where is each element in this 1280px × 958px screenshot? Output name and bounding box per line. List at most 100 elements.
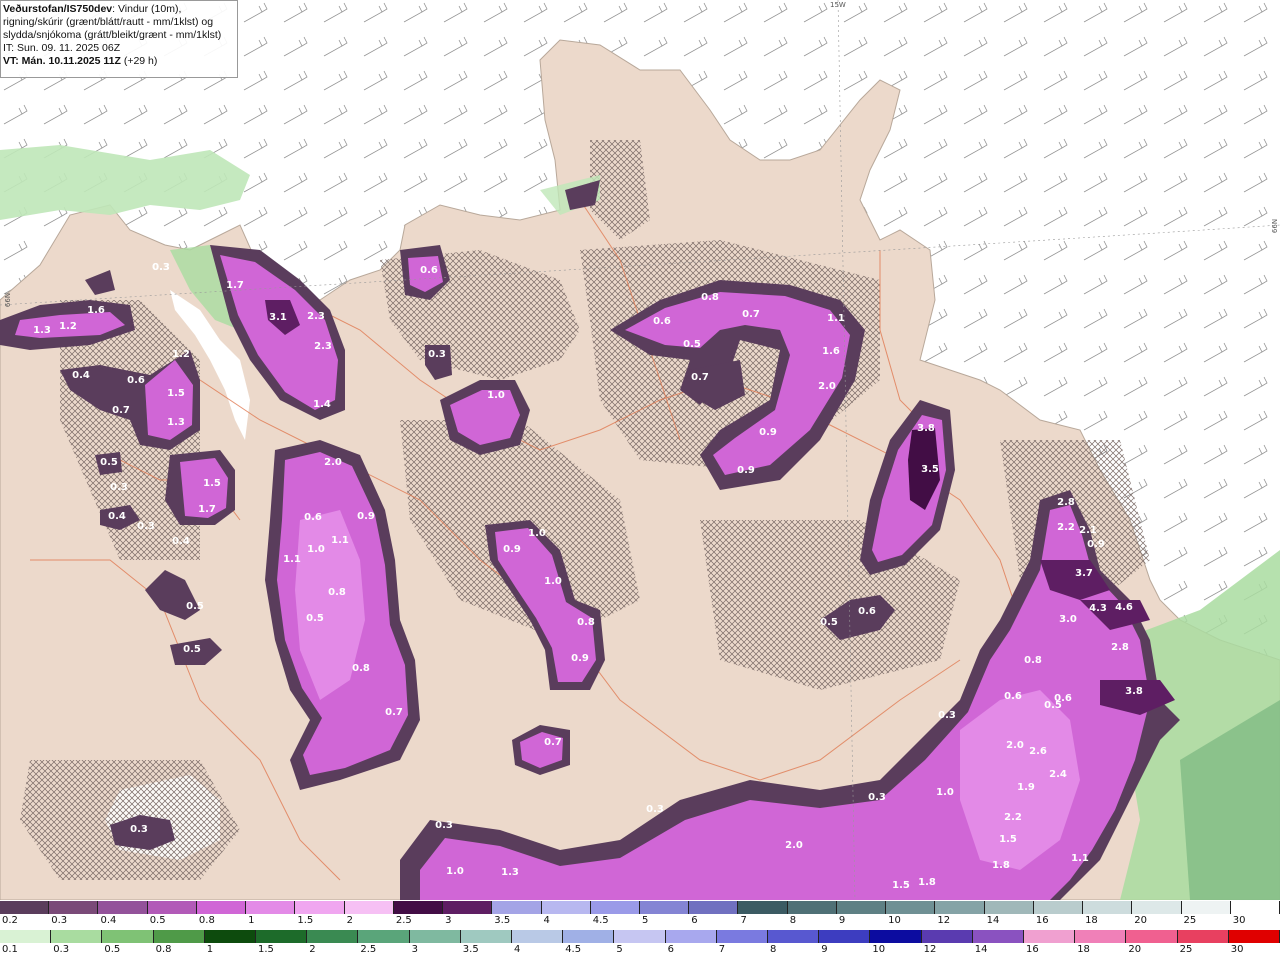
legend-swatch bbox=[738, 901, 788, 914]
precip-value-label: 0.7 bbox=[544, 737, 562, 748]
legend-tick-label: 9 bbox=[821, 944, 828, 955]
precip-value-label: 0.6 bbox=[127, 375, 145, 386]
precip-value-label: 0.5 bbox=[183, 644, 201, 655]
legend-swatch bbox=[614, 930, 666, 943]
legend-tick-label: 1 bbox=[248, 915, 255, 926]
precip-value-label: 0.9 bbox=[571, 653, 589, 664]
legend-swatch bbox=[768, 930, 820, 943]
legend-tick-label: 2.5 bbox=[395, 915, 412, 926]
legend-tick-label: 3.5 bbox=[494, 915, 511, 926]
precip-value-label: 2.0 bbox=[818, 381, 836, 392]
precip-value-label: 1.5 bbox=[999, 834, 1017, 845]
precip-value-label: 0.9 bbox=[1087, 539, 1105, 550]
precip-value-label: 1.0 bbox=[487, 390, 505, 401]
legend-tick-label: 2.5 bbox=[360, 944, 377, 955]
valid-time: VT: Mán. 10.11.2025 11Z bbox=[3, 55, 121, 67]
legend-tick-label: 12 bbox=[923, 944, 937, 955]
legend-swatch bbox=[344, 901, 394, 914]
precip-value-label: 1.5 bbox=[892, 880, 910, 891]
precip-value-label: 1.7 bbox=[198, 504, 216, 515]
legend-swatch bbox=[541, 901, 591, 914]
precip-value-label: 2.0 bbox=[1006, 740, 1024, 751]
precip-value-label: 2.2 bbox=[1004, 812, 1022, 823]
precip-value-label: 0.7 bbox=[112, 405, 130, 416]
precip-value-label: 0.4 bbox=[72, 370, 90, 381]
legend-swatch bbox=[295, 901, 345, 914]
precip-value-label: 2.0 bbox=[785, 840, 803, 851]
forecast-offset: (+29 h) bbox=[120, 55, 158, 67]
legend-swatch bbox=[358, 930, 410, 943]
legend-tick-label: 25 bbox=[1179, 944, 1193, 955]
legend-tick-label: 18 bbox=[1077, 944, 1090, 955]
legend-tick-label: 0.2 bbox=[2, 915, 18, 926]
precip-value-label: 3.5 bbox=[921, 464, 939, 475]
legend-tick-label: 4 bbox=[514, 944, 521, 955]
legend-swatch bbox=[1075, 930, 1127, 943]
legend-tick-label: 4 bbox=[543, 915, 550, 926]
precip-value-label: 0.6 bbox=[420, 265, 438, 276]
precip-value-label: 0.9 bbox=[357, 511, 375, 522]
precip-value-label: 0.8 bbox=[328, 587, 346, 598]
legend-tick-label: 0.8 bbox=[155, 944, 172, 955]
legend-swatch bbox=[972, 930, 1024, 943]
legend-swatch bbox=[147, 901, 197, 914]
legend-swatch bbox=[196, 901, 247, 914]
precip-value-label: 0.3 bbox=[435, 820, 453, 831]
precip-value-label: 0.5 bbox=[306, 613, 324, 624]
legend-swatch bbox=[102, 930, 154, 943]
legend-rain-colorbar bbox=[0, 930, 1280, 943]
legend-swatch bbox=[689, 901, 739, 914]
legend-tick-label: 14 bbox=[986, 915, 1000, 926]
legend-swatch bbox=[836, 901, 887, 914]
legend-swatch bbox=[921, 930, 973, 943]
legend-swatch bbox=[204, 930, 256, 943]
precip-value-label: 1.1 bbox=[331, 535, 349, 546]
legend-tick-label: 8 bbox=[789, 915, 797, 926]
legend-swatch bbox=[590, 901, 640, 914]
precip-value-label: 2.1 bbox=[1079, 525, 1097, 536]
precip-value-label: 0.9 bbox=[737, 465, 755, 476]
precip-value-label: 1.2 bbox=[59, 321, 77, 332]
precip-value-label: 1.8 bbox=[992, 860, 1010, 871]
legend-tick-label: 12 bbox=[937, 915, 951, 926]
title-rest: : Vindur (10m), bbox=[112, 3, 182, 15]
precip-value-label: 0.5 bbox=[820, 617, 838, 628]
precip-value-label: 0.5 bbox=[186, 601, 204, 612]
legend-tick-label: 30 bbox=[1232, 915, 1246, 926]
legend-swatch bbox=[51, 930, 103, 943]
axis-label-left: 66N bbox=[4, 292, 13, 308]
legend-tick-label: 8 bbox=[770, 944, 777, 955]
legend-swatch bbox=[512, 930, 564, 943]
precip-value-label: 2.8 bbox=[1111, 642, 1129, 653]
description-line-2: rigning/skúrir (grænt/blátt/rautt - mm/1… bbox=[3, 16, 214, 28]
precip-value-label: 3.0 bbox=[1059, 614, 1077, 625]
legend-tick-label: 9 bbox=[838, 915, 846, 926]
title-bold: Veðurstofan/IS750dev bbox=[3, 3, 113, 15]
legend-swatch bbox=[492, 901, 542, 914]
precip-value-label: 2.3 bbox=[307, 311, 325, 322]
precip-value-label: 0.3 bbox=[152, 262, 170, 273]
precip-value-label: 0.3 bbox=[137, 521, 155, 532]
legend-tick-label: 3 bbox=[445, 915, 452, 926]
legend-swatch bbox=[443, 901, 493, 914]
precip-value-label: 0.6 bbox=[1004, 691, 1022, 702]
precip-value-label: 0.9 bbox=[759, 427, 777, 438]
legend-tick-label: 6 bbox=[691, 915, 698, 926]
legend-tick-label: 6 bbox=[667, 944, 674, 955]
precip-value-label: 3.7 bbox=[1075, 568, 1093, 579]
legend-tick-label: 10 bbox=[888, 915, 901, 926]
legend-snow-colorbar bbox=[0, 901, 1280, 914]
legend-tick-label: 0.5 bbox=[104, 944, 121, 955]
precip-value-label: 0.4 bbox=[108, 511, 126, 522]
legend-tick-label: 1.5 bbox=[297, 915, 314, 926]
precip-value-label: 3.8 bbox=[917, 423, 935, 434]
precip-value-label: 1.3 bbox=[33, 325, 51, 336]
legend-tick-label: 30 bbox=[1230, 944, 1244, 955]
legend-tick-label: 7 bbox=[740, 915, 747, 926]
info-box: Veðurstofan/IS750dev: Vindur (10m), rign… bbox=[0, 0, 238, 78]
legend-swatch bbox=[1024, 930, 1076, 943]
precip-value-label: 1.1 bbox=[827, 313, 845, 324]
precip-value-label: 0.4 bbox=[172, 536, 190, 547]
axis-label-right: 66N bbox=[1271, 218, 1280, 234]
init-time: IT: Sun. 09. 11. 2025 06Z bbox=[3, 42, 121, 54]
